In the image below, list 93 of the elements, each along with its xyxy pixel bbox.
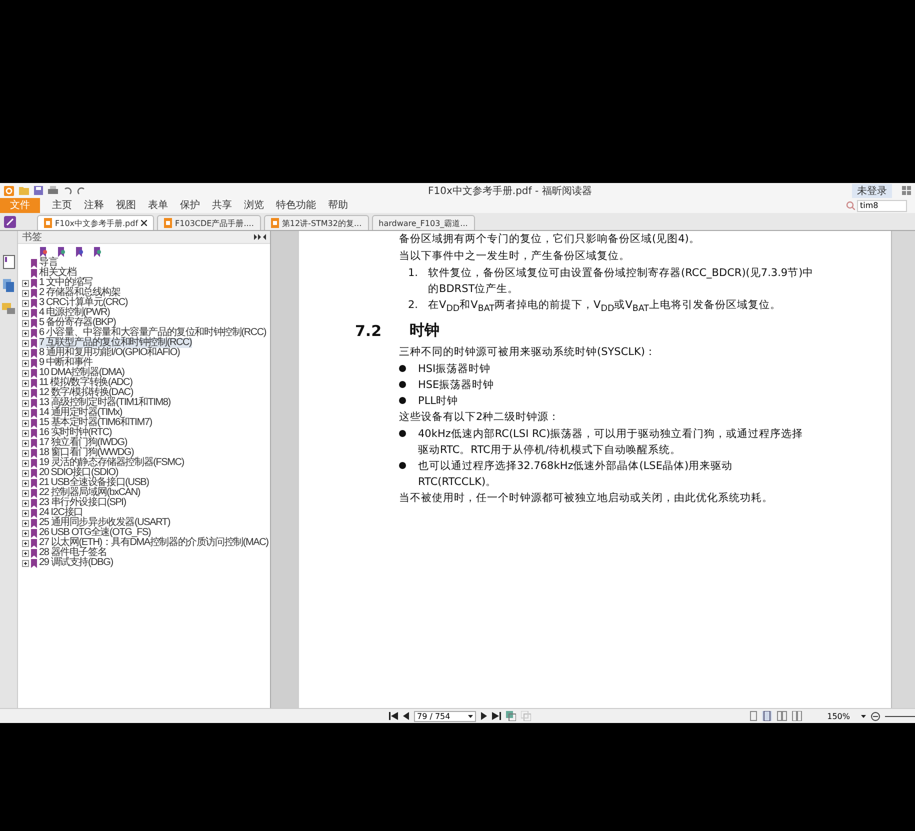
paragraph: 当不被使用时，任一个时钟源都可被独立地启动或关闭，由此优化系统功耗。: [398, 491, 774, 506]
login-link[interactable]: 未登录: [852, 184, 892, 198]
paragraph: 这些设备有以下2种二级时钟源：: [398, 410, 561, 426]
bookmark-item[interactable]: 22 控制器局域网(bxCAN): [39, 488, 140, 498]
document-tab[interactable]: hardware_F103_霸道...: [372, 215, 475, 230]
tree-row[interactable]: 16 实时时钟(RTC): [22, 428, 270, 438]
tree-row[interactable]: 19 灵活的静态存储器控制器(FSMC): [22, 458, 270, 468]
bookmark-item[interactable]: 18 窗口看门狗(WWDG): [39, 448, 134, 458]
bookmark-item[interactable]: 13 高级控制定时器(TIM1和TIM8): [39, 398, 170, 408]
tree-row[interactable]: 3 CRC计算单元(CRC): [22, 298, 270, 308]
tree-row[interactable]: 20 SDIO接口(SDIO): [22, 468, 270, 478]
tree-row[interactable]: 10 DMA控制器(DMA): [22, 368, 270, 378]
bookmark-item[interactable]: 26 USB OTG全速(OTG_FS): [39, 528, 151, 538]
bookmark-item[interactable]: 7 互联型产品的复位和时钟控制(RCC): [39, 338, 192, 348]
menu-item[interactable]: 视图: [110, 198, 142, 213]
list-item-text: 在V$_{DD}$和V$_{BAT}$两者掉电的前提下，V$_{DD}$或V$_{BAT}$上电将引发备份区域复位。: [428, 298, 782, 316]
tree-row[interactable]: 23 串行外设接口(SPI): [22, 498, 270, 508]
bookmark-item[interactable]: 17 独立看门狗(IWDG): [39, 438, 127, 448]
tree-row[interactable]: 26 USB OTG全速(OTG_FS): [22, 528, 270, 538]
bookmark-item[interactable]: 21 USB全速设备接口(USB): [39, 478, 149, 488]
menu-item[interactable]: 特色功能: [270, 198, 322, 213]
bookmark-item[interactable]: 19 灵活的静态存储器控制器(FSMC): [39, 458, 184, 468]
tree-row[interactable]: 2 存储器和总线构架: [22, 288, 270, 298]
tree-row[interactable]: 15 基本定时器(TIM6和TIM7): [22, 418, 270, 428]
bookmark-item[interactable]: 28 器件电子签名: [39, 548, 107, 558]
paragraph: 当以下事件中之一发生时，产生备份区域复位。: [398, 249, 631, 264]
list-number: 1.: [408, 266, 420, 281]
tree-row[interactable]: 导言: [22, 258, 270, 268]
list-item-text: 软件复位，备份区域复位可由设置备份域控制寄存器(RCC_BDCR)(见7.3.9节)中的BDRST位产生。: [428, 266, 815, 297]
menu-item[interactable]: 帮助: [322, 198, 354, 213]
tree-row[interactable]: 29 调试支持(DBG): [22, 558, 270, 568]
tree-row[interactable]: 25 通用同步异步收发器(USART): [22, 518, 270, 528]
section-number: 7.2: [355, 322, 382, 340]
bookmark-item[interactable]: 12 数字/模拟转换(DAC): [39, 388, 133, 398]
list-item-text: HSE振荡器时钟: [418, 378, 496, 394]
window-title: F10x中文参考手册.pdf - 福昕阅读器: [428, 184, 593, 198]
bookmark-item[interactable]: 5 备份寄存器(BKP): [39, 318, 116, 328]
bookmark-item[interactable]: 11 模拟/数字转换(ADC): [39, 378, 132, 388]
list-number: 2.: [408, 298, 420, 313]
menu-item[interactable]: 保护: [174, 198, 206, 213]
menu-item[interactable]: 表单: [142, 198, 174, 213]
list-item-text: PLL时钟: [418, 394, 460, 410]
document-tab[interactable]: F10x中文参考手册.pdf: [37, 215, 154, 230]
section-heading: 时钟: [410, 321, 440, 340]
bookmark-item[interactable]: 3 CRC计算单元(CRC): [39, 298, 128, 308]
paragraph: 备份区域拥有两个专门的复位，它们只影响备份区域(见图4)。: [398, 232, 701, 247]
bookmark-item[interactable]: 15 基本定时器(TIM6和TIM7): [39, 418, 152, 428]
list-item-text: 也可以通过程序选择32.768kHz低速外部晶体(LSE晶体)用来驱动RTC(RTCCLK)。: [418, 459, 734, 490]
tree-row[interactable]: 21 USB全速设备接口(USB): [22, 478, 270, 488]
list-item-text: HSI振荡器时钟: [418, 362, 492, 378]
bookmark-item[interactable]: 10 DMA控制器(DMA): [39, 368, 124, 378]
document-tab[interactable]: F103CDE产品手册....: [157, 215, 261, 230]
zoom-level[interactable]: 150%: [827, 712, 850, 720]
tree-row[interactable]: 14 通用定时器(TIMx): [22, 408, 270, 418]
bookmark-item[interactable]: 20 SDIO接口(SDIO): [39, 468, 118, 478]
tree-row[interactable]: 相关文档: [22, 268, 270, 278]
search-field[interactable]: tim8: [857, 200, 907, 212]
tree-row[interactable]: 1 文中的缩写: [22, 278, 270, 288]
page-number-field[interactable]: 79 / 754: [414, 710, 476, 722]
tree-row[interactable]: 7 互联型产品的复位和时钟控制(RCC): [22, 338, 270, 348]
tree-row[interactable]: 4 电源控制(PWR): [22, 308, 270, 318]
document-tab[interactable]: 第12讲-STM32的复...: [264, 215, 369, 230]
bookmark-item[interactable]: 2 存储器和总线构架: [39, 288, 120, 298]
tree-row[interactable]: 24 I2C接口: [22, 508, 270, 518]
bookmark-item[interactable]: 25 通用同步异步收发器(USART): [39, 518, 170, 528]
tree-row[interactable]: 5 备份寄存器(BKP): [22, 318, 270, 328]
tree-row[interactable]: 28 器件电子签名: [22, 548, 270, 558]
bookmark-item[interactable]: 29 调试支持(DBG): [39, 558, 113, 568]
bookmark-item[interactable]: 导言: [39, 258, 58, 268]
tree-row[interactable]: 17 独立看门狗(IWDG): [22, 438, 270, 448]
bookmark-item[interactable]: 16 实时时钟(RTC): [39, 428, 112, 438]
bookmark-item[interactable]: 24 I2C接口: [39, 508, 83, 518]
bookmark-item[interactable]: 14 通用定时器(TIMx): [39, 408, 122, 418]
bookmark-item[interactable]: 23 串行外设接口(SPI): [39, 498, 126, 508]
bookmark-item[interactable]: 9 中断和事件: [39, 358, 92, 368]
menu-item[interactable]: 主页: [46, 198, 78, 213]
tree-row[interactable]: 13 高级控制定时器(TIM1和TIM8): [22, 398, 270, 408]
bookmark-item[interactable]: 4 电源控制(PWR): [39, 308, 110, 318]
tree-row[interactable]: 22 控制器局域网(bxCAN): [22, 488, 270, 498]
tree-row[interactable]: 11 模拟/数字转换(ADC): [22, 378, 270, 388]
paragraph: 三种不同的时钟源可被用来驱动系统时钟(SYSCLK)：: [398, 345, 658, 360]
bookmark-item[interactable]: 8 通用和复用功能I/O(GPIO和AFIO): [39, 348, 180, 358]
tree-row[interactable]: 12 数字/模拟转换(DAC): [22, 388, 270, 398]
tree-row[interactable]: 8 通用和复用功能I/O(GPIO和AFIO): [22, 348, 270, 358]
tree-row[interactable]: 9 中断和事件: [22, 358, 270, 368]
list-item-text: 40kHz低速内部RC(LSI RC)振荡器，可以用于驱动独立看门狗，或通过程序选择驱动RTC。RTC用于从停机/待机模式下自动唤醒系统。: [418, 427, 804, 458]
bookmark-item[interactable]: 相关文档: [39, 268, 76, 278]
menu-item[interactable]: 浏览: [238, 198, 270, 213]
bookmark-item[interactable]: 1 文中的缩写: [39, 278, 92, 288]
menu-item[interactable]: 注释: [78, 198, 110, 213]
menu-item[interactable]: 共享: [206, 198, 238, 213]
tree-row[interactable]: 18 窗口看门狗(WWDG): [22, 448, 270, 458]
panel-title: 书签: [22, 230, 42, 244]
